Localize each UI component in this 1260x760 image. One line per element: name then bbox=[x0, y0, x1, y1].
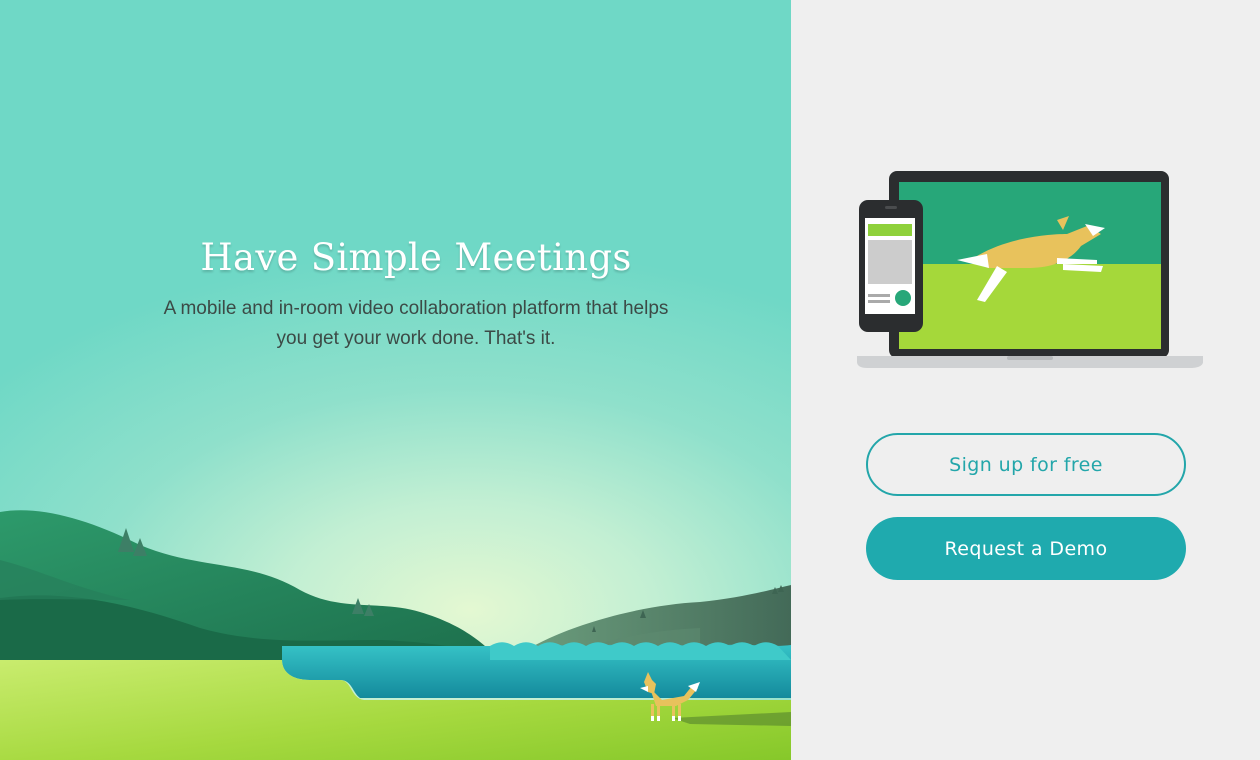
landscape-illustration bbox=[0, 510, 791, 760]
hero-subtitle: A mobile and in-room video collaboration… bbox=[163, 298, 669, 349]
hero-title: Have Simple Meetings bbox=[200, 236, 632, 279]
cta-panel: Sign up for free Request a Demo bbox=[791, 0, 1260, 760]
hero-section: Have Simple Meetings A mobile and in-roo… bbox=[0, 0, 791, 760]
request-demo-button[interactable]: Request a Demo bbox=[866, 517, 1186, 580]
devices-illustration bbox=[857, 171, 1203, 368]
sign-up-button[interactable]: Sign up for free bbox=[866, 433, 1186, 496]
